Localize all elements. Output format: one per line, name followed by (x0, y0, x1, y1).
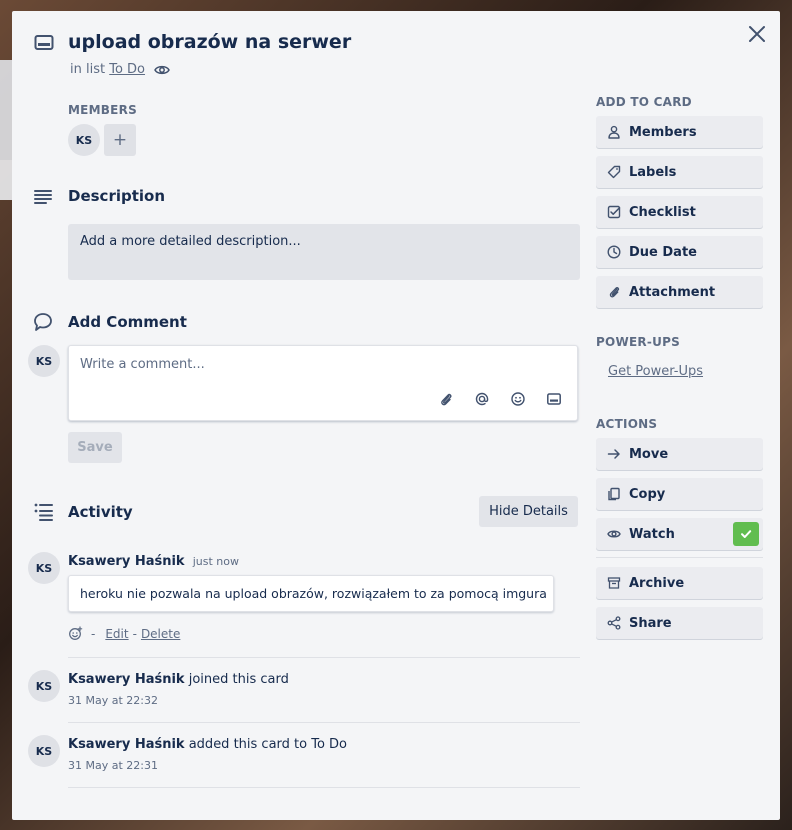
get-power-ups-link[interactable]: Get Power-Ups (608, 364, 703, 379)
sidebar-watch-button[interactable]: Watch (596, 518, 763, 550)
activity-comment: heroku nie pozwala na upload obrazów, ro… (68, 575, 554, 612)
emoji-icon[interactable] (510, 391, 526, 407)
archive-icon (607, 576, 621, 590)
watching-eye-icon (154, 62, 170, 78)
sidebar-copy-button[interactable]: Copy (596, 478, 763, 510)
activity-entry: Ksawery Haśnik added this card to To Do (68, 737, 347, 752)
activity-user[interactable]: Ksawery Haśnik (68, 737, 185, 752)
activity-avatar[interactable]: KS (28, 670, 60, 702)
watch-checked-icon (733, 522, 759, 546)
person-icon (607, 125, 621, 139)
activity-time[interactable]: 31 May at 22:32 (68, 694, 158, 707)
paperclip-icon (607, 285, 621, 299)
activity-time[interactable]: 31 May at 22:31 (68, 759, 158, 772)
comment-input[interactable]: Write a comment... (68, 345, 578, 421)
arrow-right-icon (607, 447, 621, 461)
activity-action: added this card to To Do (188, 737, 348, 752)
description-field[interactable]: Add a more detailed description... (68, 224, 580, 280)
sidebar-button-label: Due Date (629, 244, 697, 260)
card-icon (34, 33, 54, 53)
sidebar-attachment-button[interactable]: Attachment (596, 276, 763, 308)
comment-avatar[interactable]: KS (28, 345, 60, 377)
members-label: MEMBERS (68, 103, 137, 117)
card-title[interactable]: upload obrazów na serwer (68, 31, 351, 53)
sidebar-due-date-button[interactable]: Due Date (596, 236, 763, 268)
description-placeholder: Add a more detailed description... (80, 234, 301, 249)
activity-entry: Ksawery Haśnik joined this card (68, 672, 289, 687)
sidebar-checklist-button[interactable]: Checklist (596, 196, 763, 228)
add-reaction-icon[interactable] (68, 626, 83, 641)
activity-divider (68, 657, 580, 658)
copy-icon (607, 487, 621, 501)
sidebar-button-label: Share (629, 615, 672, 631)
sidebar-divider (596, 557, 763, 558)
card-icon[interactable] (546, 391, 562, 407)
description-icon (32, 186, 54, 208)
sidebar-button-label: Archive (629, 575, 685, 591)
sidebar-move-button[interactable]: Move (596, 438, 763, 470)
card-detail-modal: upload obrazów na serwer in list To Do M… (12, 11, 780, 820)
activity-divider (68, 787, 580, 788)
sidebar-button-label: Members (629, 124, 697, 140)
card-list-info: in list To Do (70, 62, 145, 77)
save-comment-button[interactable]: Save (68, 432, 122, 463)
actions-label: ACTIONS (596, 417, 658, 431)
eye-icon (607, 527, 621, 541)
paperclip-icon[interactable] (438, 391, 454, 407)
activity-header: Ksawery Haśnik just now (68, 554, 239, 569)
activity-avatar[interactable]: KS (28, 552, 60, 584)
activity-icon (32, 501, 54, 523)
add-comment-title: Add Comment (68, 313, 187, 331)
activity-avatar[interactable]: KS (28, 735, 60, 767)
power-ups-label: POWER-UPS (596, 335, 680, 349)
activity-user[interactable]: Ksawery Haśnik (68, 672, 185, 687)
list-link[interactable]: To Do (109, 62, 145, 77)
sidebar-archive-button[interactable]: Archive (596, 567, 763, 599)
sidebar-button-label: Copy (629, 486, 666, 502)
edit-comment-link[interactable]: Edit (105, 627, 128, 641)
in-list-prefix: in list (70, 62, 106, 77)
activity-time[interactable]: just now (193, 555, 239, 568)
activity-user[interactable]: Ksawery Haśnik (68, 554, 185, 569)
activity-comment-text: heroku nie pozwala na upload obrazów, ro… (80, 586, 547, 601)
tag-icon (607, 165, 621, 179)
activity-action: joined this card (188, 672, 289, 687)
comment-actions: - Edit - Delete (68, 626, 180, 641)
activity-divider (68, 722, 580, 723)
board-list-edge-2 (0, 160, 12, 200)
sidebar-button-label: Watch (629, 526, 675, 542)
sidebar-button-label: Attachment (629, 284, 716, 300)
sidebar-members-button[interactable]: Members (596, 116, 763, 148)
share-icon (607, 616, 621, 630)
close-icon[interactable] (746, 23, 768, 45)
comment-icon (32, 311, 54, 333)
add-member-button[interactable]: + (104, 124, 136, 156)
comment-placeholder: Write a comment... (80, 357, 205, 372)
actions-dash: - (132, 626, 137, 641)
sidebar-button-label: Move (629, 446, 669, 462)
description-title: Description (68, 187, 166, 205)
clock-icon (607, 245, 621, 259)
checklist-icon (607, 205, 621, 219)
add-to-card-label: ADD TO CARD (596, 95, 692, 109)
delete-comment-link[interactable]: Delete (141, 627, 180, 641)
sidebar-button-label: Labels (629, 164, 677, 180)
member-avatar[interactable]: KS (68, 124, 100, 156)
sidebar-labels-button[interactable]: Labels (596, 156, 763, 188)
sidebar-button-label: Checklist (629, 204, 696, 220)
activity-title: Activity (68, 503, 133, 521)
actions-separator: - (91, 626, 96, 641)
sidebar-share-button[interactable]: Share (596, 607, 763, 639)
hide-details-button[interactable]: Hide Details (479, 496, 578, 527)
at-mention-icon[interactable] (474, 391, 490, 407)
